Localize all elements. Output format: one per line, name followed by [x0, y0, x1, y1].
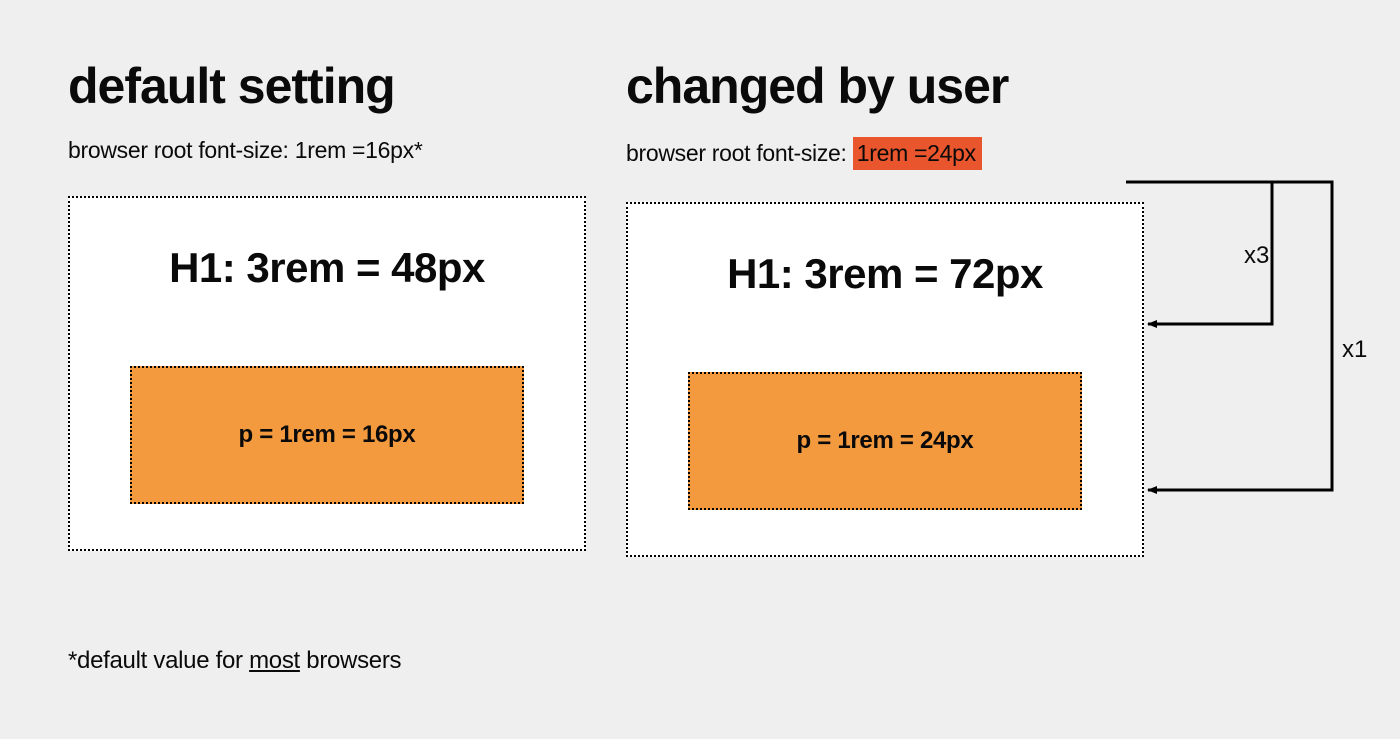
footnote-post: browsers [300, 647, 401, 674]
subtitle-changed: browser root font-size: 1rem =24px [626, 137, 1144, 170]
multiplier-p: x1 [1342, 336, 1367, 364]
footnote: *default value for most browsers [68, 647, 401, 675]
diagram: default setting browser root font-size: … [68, 60, 1332, 557]
subtitle-prefix: browser root font-size: [68, 137, 295, 163]
column-default: default setting browser root font-size: … [68, 60, 586, 557]
footnote-underlined: most [249, 647, 300, 674]
highlight-root-value: 1rem =24px [853, 137, 982, 170]
subtitle-prefix: browser root font-size: [626, 140, 853, 166]
subtitle-default: browser root font-size: 1rem =16px* [68, 137, 586, 164]
h1-line-changed: H1: 3rem = 72px [672, 250, 1098, 298]
example-box-changed: H1: 3rem = 72px p = 1rem = 24px [626, 202, 1144, 557]
columns: default setting browser root font-size: … [68, 60, 1332, 557]
example-box-default: H1: 3rem = 48px p = 1rem = 16px [68, 196, 586, 551]
subtitle-value: 1rem =16px* [295, 137, 423, 163]
paragraph-box-changed: p = 1rem = 24px [688, 372, 1082, 510]
p-line-default: p = 1rem = 16px [239, 421, 416, 449]
paragraph-box-default: p = 1rem = 16px [130, 366, 524, 504]
column-changed: changed by user browser root font-size: … [626, 60, 1144, 557]
p-line-changed: p = 1rem = 24px [797, 427, 974, 455]
title-changed: changed by user [626, 60, 1144, 113]
title-default: default setting [68, 60, 586, 113]
footnote-pre: *default value for [68, 647, 249, 674]
h1-line-default: H1: 3rem = 48px [114, 244, 540, 292]
multiplier-h1: x3 [1244, 242, 1269, 270]
